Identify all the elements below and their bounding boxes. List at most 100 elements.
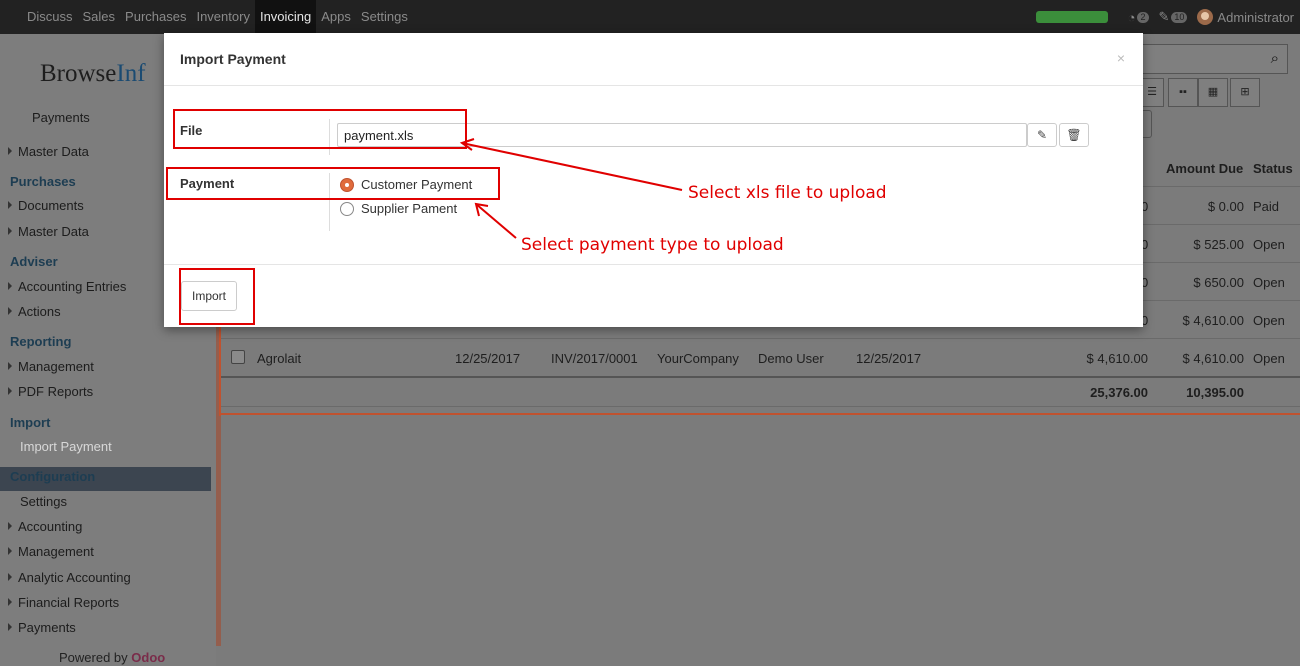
- sidebar-item-master-data[interactable]: Master Data: [8, 144, 89, 159]
- kanban-view-button[interactable]: ▪▪: [1168, 78, 1198, 107]
- row-divider: [221, 376, 1300, 378]
- sidebar-item-settings[interactable]: Settings: [20, 494, 67, 509]
- row-amount-due[interactable]: $ 4,610.00: [1160, 351, 1244, 366]
- pivot-view-button[interactable]: ⊞: [1230, 78, 1260, 107]
- sidebar-item-import-payment[interactable]: Import Payment: [20, 439, 112, 454]
- kanban-view-icon: ▪▪: [1179, 86, 1187, 98]
- row-checkbox[interactable]: [231, 350, 245, 364]
- message-icon: ✎: [1158, 9, 1170, 24]
- radio-label-supplier-payment: Supplier Pament: [361, 201, 458, 216]
- sidebar-section-purchases: Purchases: [10, 174, 76, 189]
- list-left-border: [219, 326, 221, 416]
- sidebar-item-payments-config[interactable]: Payments: [8, 620, 76, 635]
- top-navbar: Discuss Sales Purchases Inventory Invoic…: [0, 0, 1300, 34]
- delete-file-button[interactable]: 🗑: [1059, 123, 1089, 147]
- dialog-footer: [164, 264, 1143, 327]
- row-status: Open: [1253, 275, 1285, 290]
- top-right-systray: ◔ 2 ✎ 10 Administrator: [1035, 0, 1294, 34]
- user-menu[interactable]: Administrator: [1197, 9, 1294, 25]
- footer-total: 25,376.00: [1090, 385, 1148, 400]
- row-amount-due: $ 4,610.00: [1182, 313, 1244, 328]
- menu-invoicing[interactable]: Invoicing: [254, 0, 317, 34]
- sidebar-item-documents[interactable]: Documents: [8, 198, 84, 213]
- menu-inventory[interactable]: Inventory: [191, 0, 254, 34]
- annotation-payment-hint: Select payment type to upload: [521, 235, 784, 255]
- powered-by: Powered by Odoo: [59, 650, 165, 665]
- column-header-status[interactable]: Status: [1253, 161, 1293, 176]
- menu-discuss[interactable]: Discuss: [22, 0, 78, 34]
- row-status: Paid: [1253, 199, 1280, 214]
- row-status: Open: [1253, 237, 1285, 252]
- chat-badge: 2: [1137, 11, 1149, 23]
- close-icon[interactable]: ×: [1117, 50, 1125, 66]
- row-due-date[interactable]: 12/25/2017: [856, 351, 921, 366]
- pencil-icon: ✎: [1036, 128, 1048, 142]
- row-salesperson[interactable]: Demo User: [758, 351, 824, 366]
- radio-button-unchecked[interactable]: [340, 201, 354, 216]
- menu-apps[interactable]: Apps: [316, 0, 356, 34]
- row-divider: [221, 338, 1300, 339]
- sidebar-item-accounting[interactable]: Accounting: [8, 519, 82, 534]
- annotation-file-hint: Select xls file to upload: [688, 183, 887, 203]
- search-bar[interactable]: ⌕: [1140, 44, 1288, 74]
- radio-supplier-payment[interactable]: Supplier Pament: [340, 201, 457, 216]
- chat-icon: ◔: [1127, 9, 1136, 25]
- row-amount-due: $ 525.00: [1193, 237, 1244, 252]
- annotation-box-payment: [166, 167, 500, 200]
- sidebar-item-pdf-reports[interactable]: PDF Reports: [8, 384, 93, 399]
- annotation-box-file: [173, 109, 467, 149]
- company-logo[interactable]: BrowseInf: [40, 60, 146, 88]
- sidebar-item-financial-reports[interactable]: Financial Reports: [8, 595, 119, 610]
- sidebar-section-adviser: Adviser: [10, 254, 58, 269]
- menu-purchases[interactable]: Purchases: [120, 0, 191, 34]
- powered-by-brand[interactable]: Odoo: [131, 650, 165, 665]
- pivot-icon: ⊞: [1240, 86, 1250, 98]
- messages-button[interactable]: ✎ 10: [1159, 9, 1188, 25]
- row-status: Open: [1253, 313, 1285, 328]
- sidebar-item-management-config[interactable]: Management: [8, 544, 94, 559]
- row-divider: [221, 406, 1300, 407]
- row-total[interactable]: $ 4,610.00: [1060, 351, 1148, 366]
- top-menu: Discuss Sales Purchases Inventory Invoic…: [0, 0, 413, 34]
- menu-settings[interactable]: Settings: [356, 0, 413, 34]
- menu-sales[interactable]: Sales: [78, 0, 121, 34]
- column-header-amount-due[interactable]: Amount Due: [1166, 161, 1243, 176]
- sidebar-item-accounting-entries[interactable]: Accounting Entries: [8, 279, 126, 294]
- sidebar-item-analytic-accounting[interactable]: Analytic Accounting: [8, 570, 131, 585]
- dialog-header: Import Payment ×: [164, 33, 1143, 86]
- calendar-view-button[interactable]: ▦: [1198, 78, 1228, 107]
- sidebar-item-master-data-purchases[interactable]: Master Data: [8, 224, 89, 239]
- list-view-icon: ☰: [1147, 86, 1157, 98]
- row-amount-due: $ 650.00: [1193, 275, 1244, 290]
- sidebar-item-payments[interactable]: Payments: [32, 110, 90, 125]
- edit-file-button[interactable]: ✎: [1027, 123, 1057, 147]
- trash-icon: 🗑: [1066, 128, 1082, 142]
- avatar: [1197, 9, 1214, 25]
- sidebar-item-management[interactable]: Management: [8, 359, 94, 374]
- user-name: Administrator: [1217, 9, 1294, 25]
- annotation-box-import: [179, 268, 255, 325]
- row-customer[interactable]: Agrolait: [257, 351, 301, 366]
- logo-text-part2: Inf: [116, 60, 146, 87]
- row-amount-due: $ 0.00: [1207, 199, 1244, 214]
- loading-progress-bar: [1035, 11, 1108, 23]
- sidebar-item-actions[interactable]: Actions: [8, 304, 61, 319]
- row-invoice-date[interactable]: 12/25/2017: [455, 351, 520, 366]
- logo-text-part1: Browse: [40, 60, 117, 87]
- sidebar-section-import: Import: [10, 415, 51, 430]
- row-company[interactable]: YourCompany: [657, 351, 739, 366]
- dialog-title: Import Payment: [180, 51, 286, 67]
- progress-fill: [1035, 11, 1108, 23]
- powered-by-text: Powered by: [59, 650, 128, 665]
- sidebar-section-reporting: Reporting: [10, 334, 72, 349]
- chat-button[interactable]: ◔ 2: [1128, 10, 1149, 25]
- list-bottom-border: [221, 413, 1300, 415]
- list-view-button[interactable]: ☰: [1140, 78, 1164, 107]
- footer-amount-due: 10,395.00: [1186, 385, 1244, 400]
- sidebar-section-configuration: Configuration: [10, 469, 96, 484]
- search-icon[interactable]: ⌕: [1271, 50, 1279, 67]
- row-status[interactable]: Open: [1253, 351, 1285, 366]
- row-number[interactable]: INV/2017/0001: [551, 351, 638, 366]
- message-badge: 10: [1171, 11, 1188, 23]
- calendar-icon: ▦: [1207, 86, 1219, 98]
